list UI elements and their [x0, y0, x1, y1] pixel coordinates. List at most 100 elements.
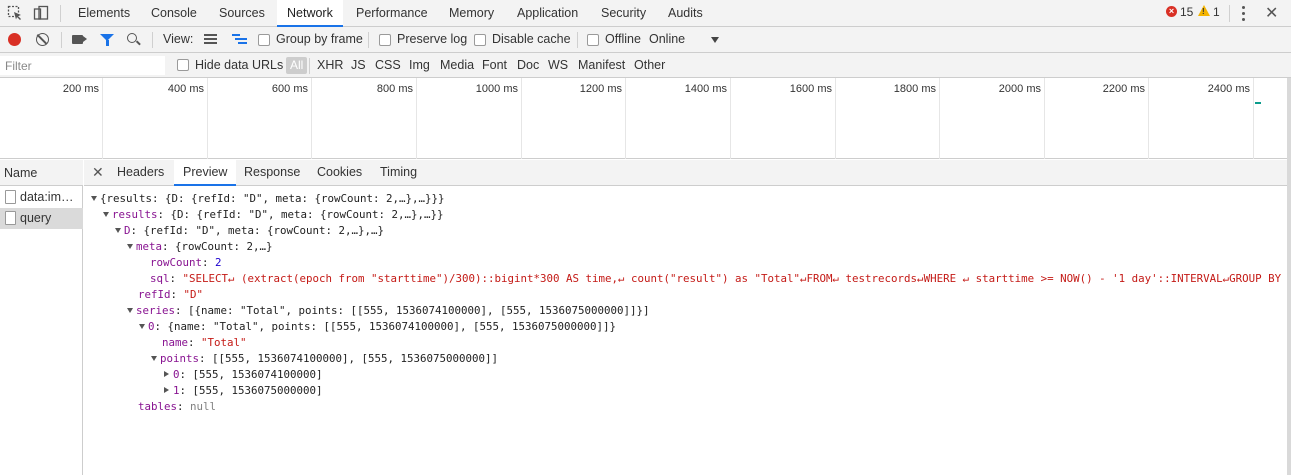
- inspect-element-icon[interactable]: [7, 5, 23, 21]
- json-tree-node[interactable]: 0: [555, 1536074100000]: [164, 367, 323, 383]
- expand-triangle-icon[interactable]: [127, 308, 133, 313]
- throttling-select[interactable]: Online: [649, 32, 685, 46]
- preserve-log-checkbox[interactable]: [379, 34, 391, 46]
- timeline-overview[interactable]: 200 ms 400 ms 600 ms 800 ms 1000 ms 1200…: [0, 78, 1287, 159]
- json-tree-node[interactable]: points: [[555, 1536074100000], [555, 153…: [151, 351, 498, 367]
- tab-console[interactable]: Console: [141, 0, 207, 27]
- divider: [1229, 5, 1230, 22]
- timeline-gridline: [416, 78, 417, 159]
- offline-label[interactable]: Offline: [605, 32, 641, 46]
- filter-bar: Hide data URLs All XHR JS CSS Img Media …: [0, 53, 1291, 78]
- clear-icon[interactable]: [36, 33, 49, 46]
- json-tree-node[interactable]: series: [{name: "Total", points: [[555, …: [127, 303, 650, 319]
- request-row[interactable]: query: [0, 208, 83, 229]
- filter-icon[interactable]: [100, 34, 114, 46]
- tab-audits[interactable]: Audits: [658, 0, 713, 27]
- tab-security[interactable]: Security: [591, 0, 656, 27]
- json-tree-node[interactable]: 0: {name: "Total", points: [[555, 153607…: [139, 319, 616, 335]
- record-icon[interactable]: [8, 33, 21, 46]
- tab-sources[interactable]: Sources: [209, 0, 275, 27]
- filter-type-all[interactable]: All: [286, 57, 308, 74]
- timeline-tick-label: 800 ms: [376, 83, 413, 95]
- json-tree-node[interactable]: D: {refId: "D", meta: {rowCount: 2,…},…}: [115, 223, 384, 239]
- timeline-gridline: [102, 78, 103, 159]
- expand-triangle-icon[interactable]: [115, 228, 121, 233]
- hide-data-urls-label[interactable]: Hide data URLs: [195, 58, 283, 72]
- disable-cache-label[interactable]: Disable cache: [492, 32, 571, 46]
- filter-type-doc[interactable]: Doc: [517, 58, 539, 72]
- error-icon[interactable]: ×: [1166, 6, 1177, 17]
- json-tree-node[interactable]: {results: {D: {refId: "D", meta: {rowCou…: [91, 191, 445, 207]
- filter-input[interactable]: [0, 56, 165, 75]
- scrollbar[interactable]: [1287, 78, 1291, 475]
- warning-count[interactable]: 1: [1213, 5, 1220, 19]
- chevron-down-icon[interactable]: [711, 37, 719, 43]
- tab-network[interactable]: Network: [277, 0, 343, 27]
- timeline-tick-label: 1800 ms: [893, 83, 936, 95]
- preserve-log-label[interactable]: Preserve log: [397, 32, 467, 46]
- search-icon[interactable]: [127, 33, 137, 43]
- divider: [368, 32, 369, 48]
- tab-application[interactable]: Application: [507, 0, 588, 27]
- tab-performance[interactable]: Performance: [346, 0, 438, 27]
- tab-preview[interactable]: Preview: [174, 160, 237, 186]
- collapse-triangle-icon[interactable]: [164, 387, 169, 393]
- group-by-frame-checkbox[interactable]: [258, 34, 270, 46]
- error-count[interactable]: 15: [1180, 5, 1193, 19]
- json-tree-node[interactable]: results: {D: {refId: "D", meta: {rowCoun…: [103, 207, 444, 223]
- expand-triangle-icon[interactable]: [127, 244, 133, 249]
- filter-type-js[interactable]: JS: [351, 58, 366, 72]
- close-icon[interactable]: ✕: [92, 164, 104, 181]
- expand-triangle-icon[interactable]: [151, 356, 157, 361]
- filter-type-css[interactable]: CSS: [375, 58, 401, 72]
- offline-checkbox[interactable]: [587, 34, 599, 46]
- tab-elements[interactable]: Elements: [68, 0, 140, 27]
- expand-triangle-icon[interactable]: [139, 324, 145, 329]
- tab-memory[interactable]: Memory: [439, 0, 504, 27]
- devtools-tab-bar: Elements Console Sources Network Perform…: [0, 0, 1291, 27]
- json-property: sql: "SELECT↵ (extract(epoch from "start…: [150, 272, 1287, 285]
- json-tree-node[interactable]: 1: [555, 1536075000000]: [164, 383, 323, 399]
- more-options-icon[interactable]: [1242, 6, 1245, 21]
- device-toolbar-icon[interactable]: [33, 5, 49, 21]
- timeline-tick-label: 1600 ms: [789, 83, 832, 95]
- tab-headers[interactable]: Headers: [108, 160, 173, 186]
- filter-type-img[interactable]: Img: [409, 58, 430, 72]
- filter-type-ws[interactable]: WS: [548, 58, 568, 72]
- tab-timing[interactable]: Timing: [371, 160, 426, 186]
- close-devtools-icon[interactable]: ✕: [1265, 3, 1278, 23]
- expand-triangle-icon[interactable]: [103, 212, 109, 217]
- timeline-gridline: [835, 78, 836, 159]
- view-label: View:: [163, 32, 194, 46]
- request-row[interactable]: data:im…: [0, 187, 83, 208]
- network-toolbar: View: Group by frame Preserve log Disabl…: [0, 27, 1291, 53]
- filter-type-media[interactable]: Media: [440, 58, 474, 72]
- overview-icon[interactable]: [232, 34, 247, 45]
- divider: [152, 32, 153, 48]
- file-icon: [5, 190, 16, 204]
- divider: [309, 58, 310, 74]
- disable-cache-checkbox[interactable]: [474, 34, 486, 46]
- timeline-gridline: [1253, 78, 1254, 159]
- filter-type-other[interactable]: Other: [634, 58, 665, 72]
- timeline-tick-label: 200 ms: [62, 83, 99, 95]
- expand-triangle-icon[interactable]: [91, 196, 97, 201]
- capture-screenshots-icon[interactable]: [72, 35, 87, 44]
- timeline-gridline: [207, 78, 208, 159]
- tab-cookies[interactable]: Cookies: [308, 160, 371, 186]
- large-request-rows-icon[interactable]: [204, 34, 217, 45]
- collapse-triangle-icon[interactable]: [164, 371, 169, 377]
- filter-type-font[interactable]: Font: [482, 58, 507, 72]
- timeline-gridline: [625, 78, 626, 159]
- filter-type-manifest[interactable]: Manifest: [578, 58, 625, 72]
- name-column-header[interactable]: Name: [0, 160, 83, 186]
- tab-response[interactable]: Response: [235, 160, 309, 186]
- hide-data-urls-checkbox[interactable]: [177, 59, 189, 71]
- filter-type-xhr[interactable]: XHR: [317, 58, 343, 72]
- warning-icon[interactable]: !: [1198, 5, 1210, 16]
- timeline-tick-label: 1000 ms: [475, 83, 518, 95]
- timeline-tick-label: 1400 ms: [684, 83, 727, 95]
- group-by-frame-label[interactable]: Group by frame: [276, 32, 363, 46]
- timeline-gridline: [311, 78, 312, 159]
- json-tree-node[interactable]: meta: {rowCount: 2,…}: [127, 239, 273, 255]
